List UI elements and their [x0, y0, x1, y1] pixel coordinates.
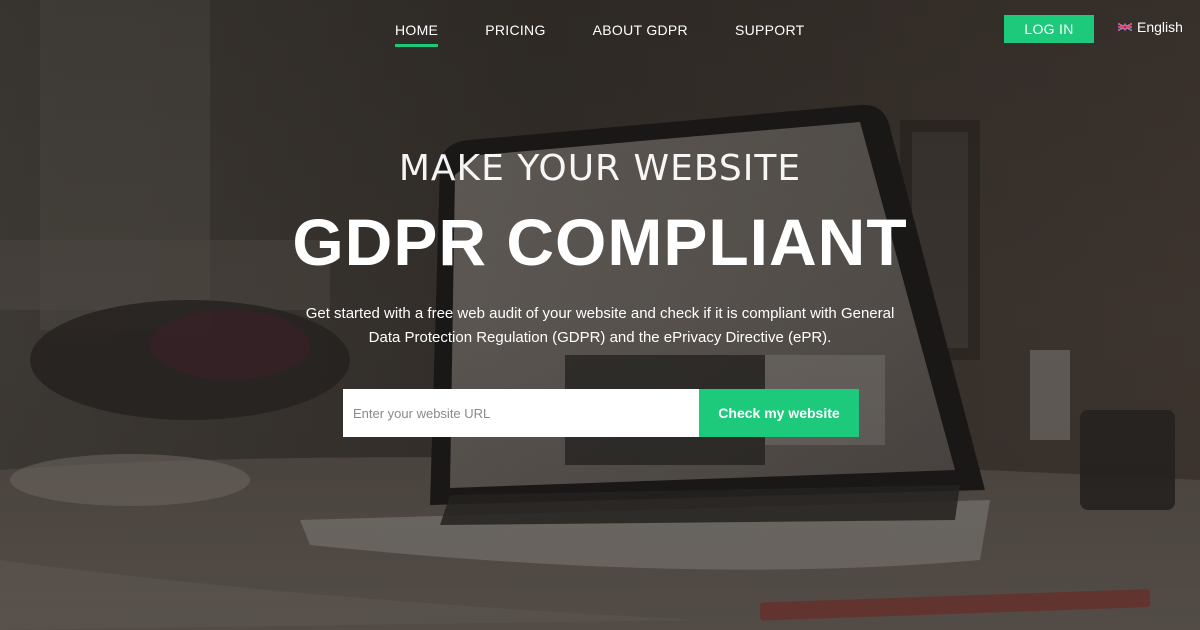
hero-title: GDPR COMPLIANT: [292, 205, 908, 279]
audit-form: Check my website: [343, 389, 859, 437]
uk-flag-icon: [1118, 22, 1132, 32]
login-button[interactable]: LOG IN: [1004, 15, 1094, 43]
check-website-button[interactable]: Check my website: [699, 389, 859, 437]
website-url-input[interactable]: [343, 389, 699, 437]
nav-links: HOME PRICING ABOUT GDPR SUPPORT: [395, 22, 852, 47]
hero-section: HOME PRICING ABOUT GDPR SUPPORT LOG IN E…: [0, 0, 1200, 630]
nav-home[interactable]: HOME: [395, 22, 439, 47]
language-selector[interactable]: English: [1118, 19, 1183, 35]
top-navigation: HOME PRICING ABOUT GDPR SUPPORT LOG IN E…: [0, 0, 1200, 64]
hero-subtitle: MAKE YOUR WEBSITE: [398, 148, 802, 189]
nav-support[interactable]: SUPPORT: [735, 22, 805, 46]
language-label: English: [1137, 19, 1183, 35]
nav-pricing[interactable]: PRICING: [485, 22, 545, 46]
hero-description: Get started with a free web audit of you…: [305, 305, 895, 346]
nav-about-gdpr[interactable]: ABOUT GDPR: [593, 22, 688, 46]
